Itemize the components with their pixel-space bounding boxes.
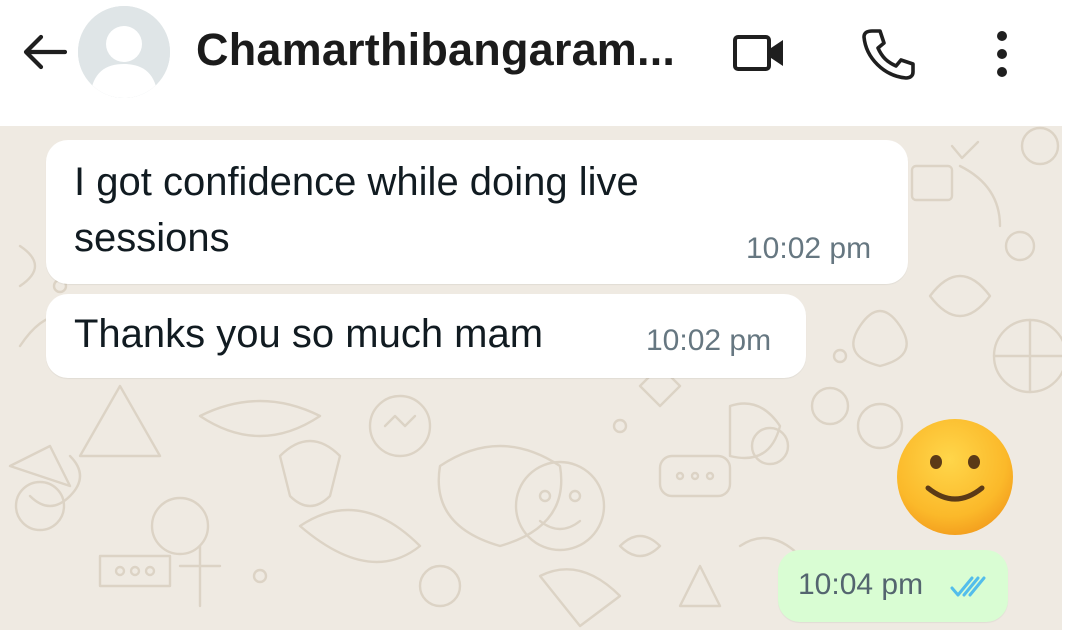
message-text: Thanks you so much mam — [74, 312, 544, 356]
arrow-left-icon — [23, 34, 67, 70]
message-text: I got confidence while doing live sessio… — [74, 160, 639, 260]
outgoing-message[interactable]: 10:04 pm — [778, 550, 1008, 622]
message-time: 10:02 pm — [646, 324, 772, 357]
more-options-button[interactable] — [980, 24, 1024, 84]
incoming-message[interactable]: Thanks you so much mam 10:02 pm — [46, 294, 806, 378]
screen-edge — [1062, 126, 1080, 630]
contact-avatar[interactable] — [78, 6, 170, 98]
slightly-smiling-face-icon — [897, 419, 1013, 535]
double-check-icon — [950, 576, 986, 597]
default-avatar-icon — [78, 6, 170, 98]
back-button[interactable] — [18, 28, 70, 76]
contact-name[interactable]: Chamarthibangaram... — [196, 24, 696, 76]
outgoing-emoji-message[interactable] — [894, 416, 1016, 538]
video-call-button[interactable] — [728, 28, 792, 78]
chat-header: Chamarthibangaram... — [0, 0, 1080, 126]
message-time: 10:02 pm — [746, 232, 872, 265]
message-time: 10:04 pm — [798, 568, 924, 601]
more-vertical-icon — [997, 31, 1007, 77]
voice-call-button[interactable] — [858, 26, 918, 80]
incoming-message[interactable]: I got confidence while doing live sessio… — [46, 140, 908, 284]
video-camera-icon — [733, 35, 783, 71]
phone-icon — [862, 29, 915, 80]
chat-area[interactable]: I got confidence while doing live sessio… — [0, 126, 1062, 630]
